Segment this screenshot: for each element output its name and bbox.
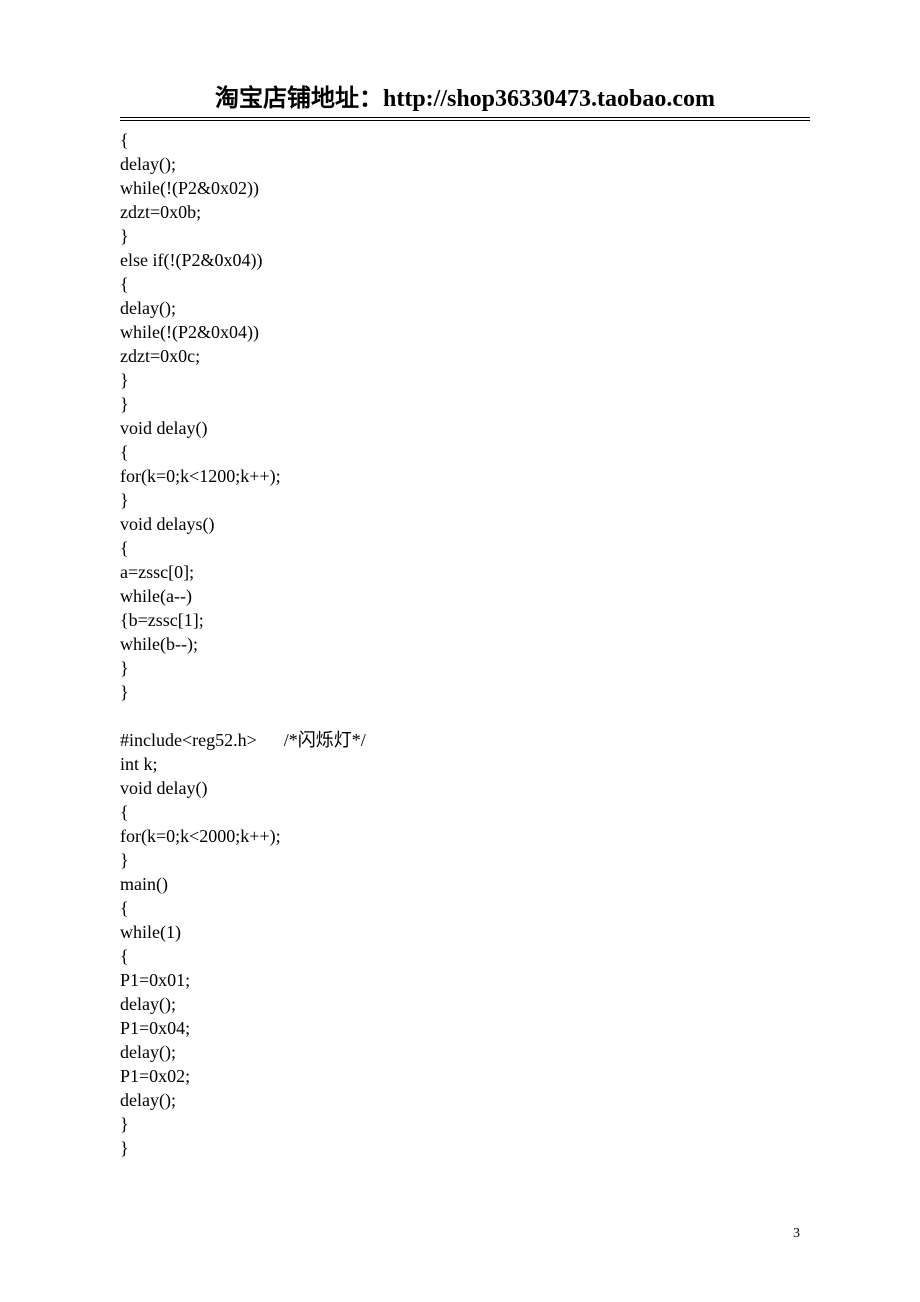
header-prefix: 淘宝店铺地址：: [215, 86, 383, 112]
code-content: { delay(); while(!(P2&0x02)) zdzt=0x0b; …: [120, 128, 810, 1160]
page-header: 淘宝店铺地址：http://shop36330473.taobao.com: [120, 78, 810, 118]
page-number: 3: [793, 1226, 800, 1242]
header-url: http://shop36330473.taobao.com: [383, 86, 715, 112]
document-page: 淘宝店铺地址：http://shop36330473.taobao.com { …: [0, 0, 920, 1302]
